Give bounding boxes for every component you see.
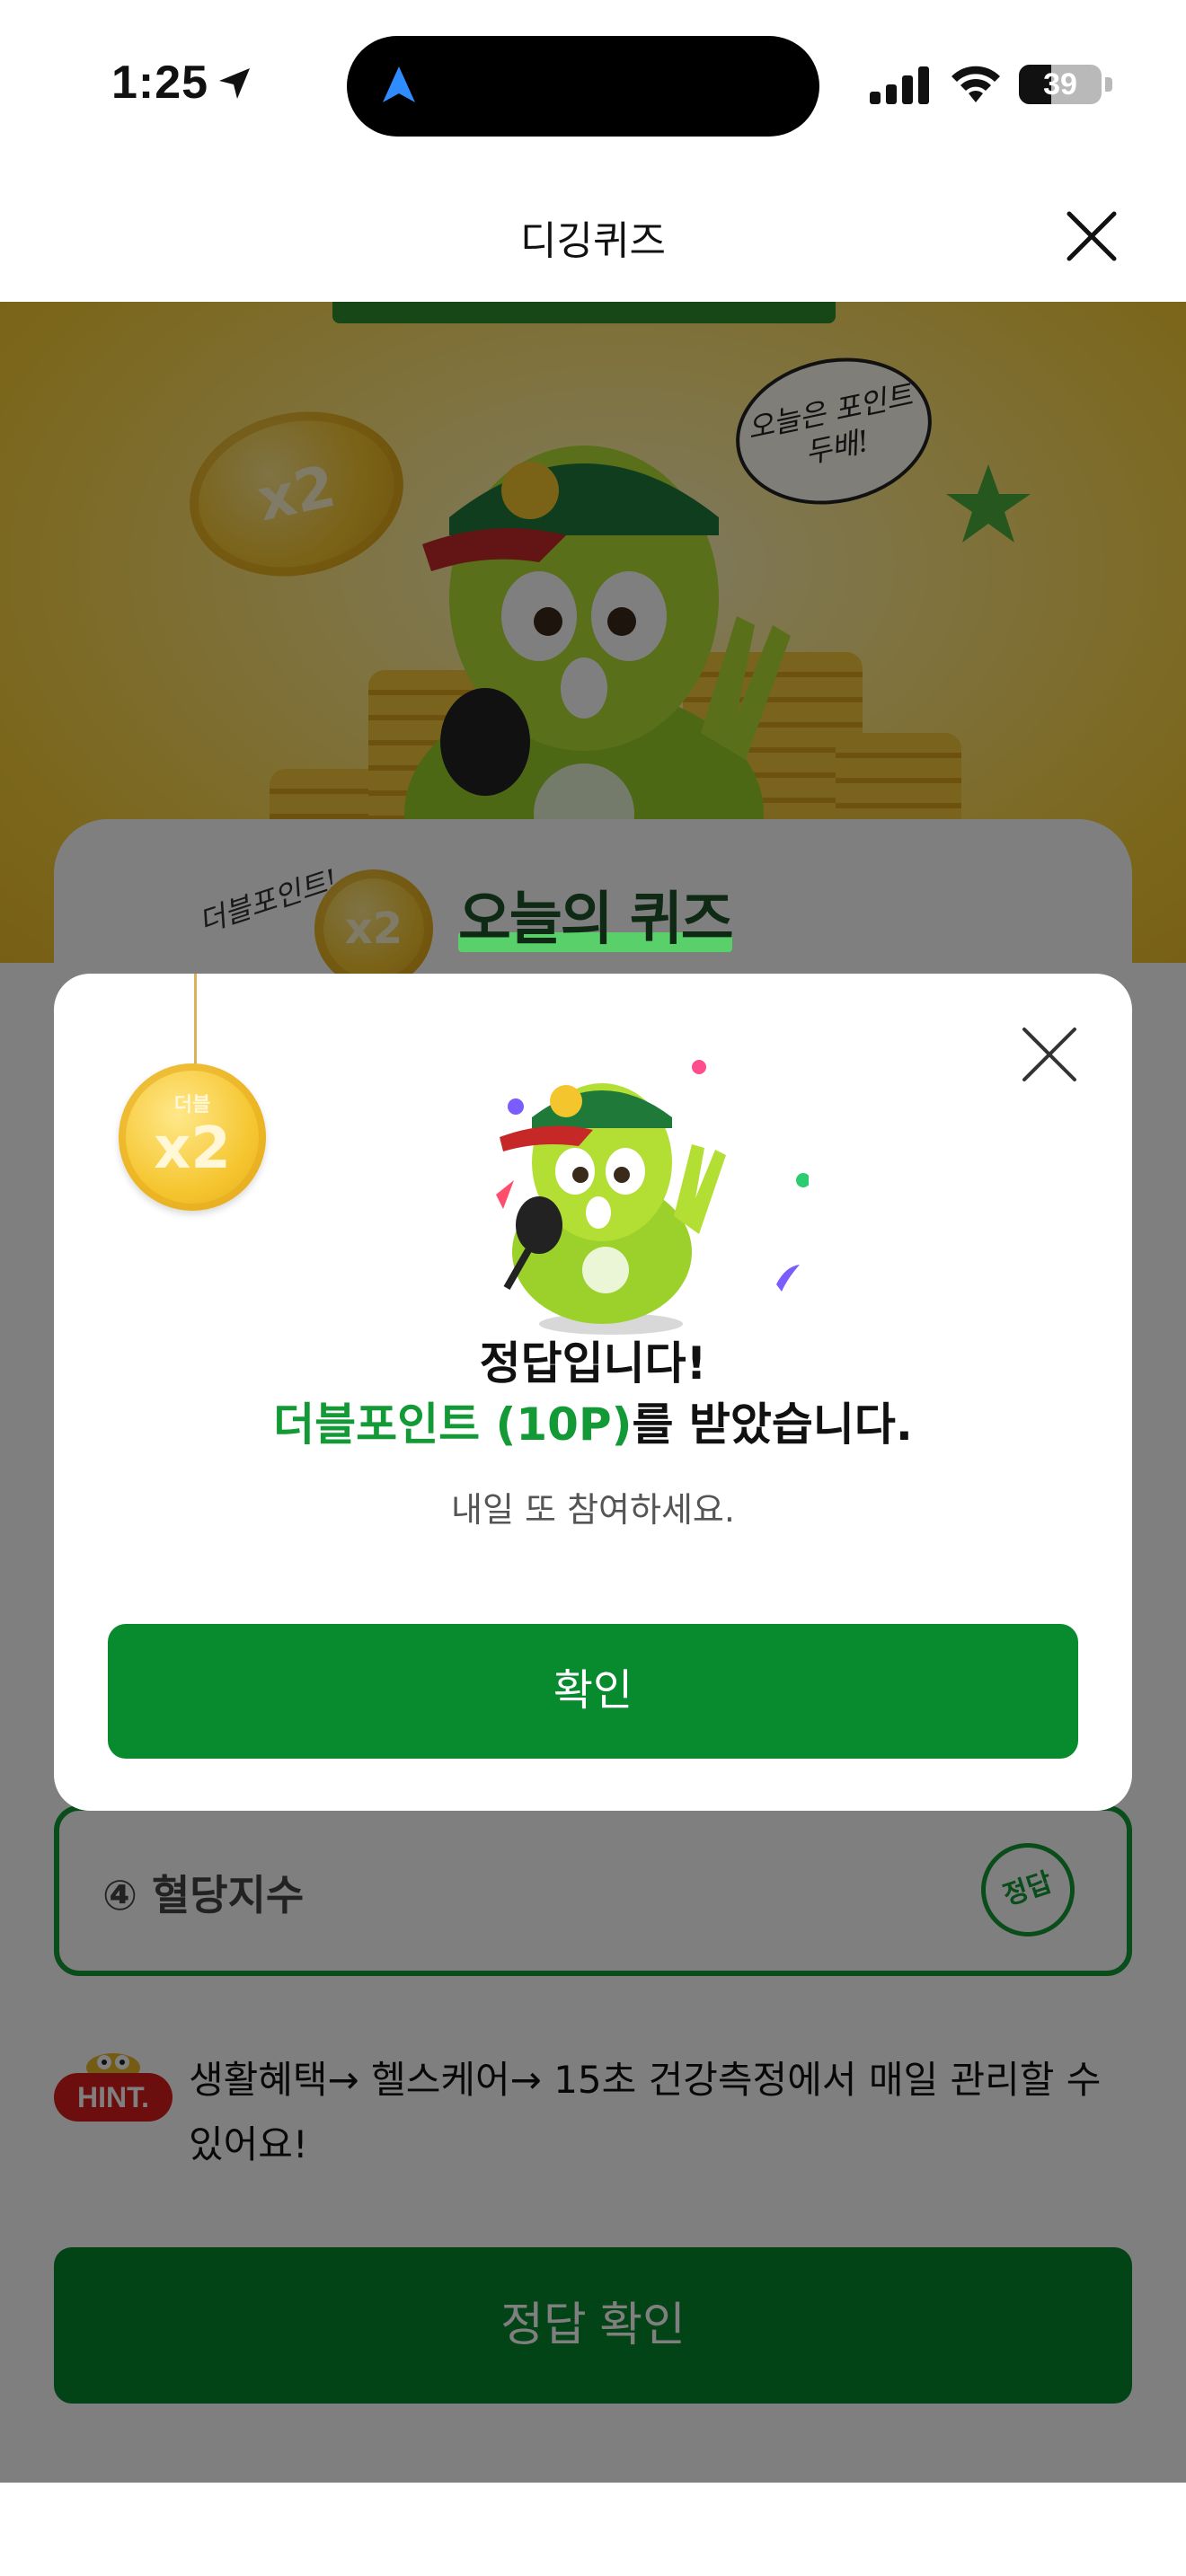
dynamic-island [347, 36, 819, 137]
close-icon[interactable] [1015, 1020, 1084, 1089]
result-reward: 더블포인트 (10P)를 받았습니다. [54, 1389, 1132, 1453]
status-bar: 1:25 39 [0, 0, 1186, 171]
result-modal: 더블 x2 정답입니다! 더블포인트 (10P)를 받았습니다. 내일 또 참여… [54, 974, 1132, 1811]
result-subtitle: 내일 또 참여하세요. [451, 1490, 735, 1530]
medal-label: 더블 [173, 1094, 211, 1116]
confirm-button[interactable]: 확인 [108, 1624, 1078, 1759]
result-title: 정답입니다! [479, 1337, 707, 1389]
wifi-icon [951, 66, 1000, 102]
app-header: 디깅퀴즈 [0, 171, 1186, 302]
navigation-icon [383, 66, 415, 102]
page-title: 디깅퀴즈 [520, 218, 666, 264]
celebrating-mascot-icon [496, 1060, 809, 1335]
battery-indicator: 39 [1019, 65, 1102, 104]
quiz-page: 1:25 39 디깅퀴즈 오늘의 퀴즈 더블 x2 정답입니다! 더블포인트 (… [0, 0, 1186, 2576]
medal-string [194, 974, 197, 1074]
quiz-title-wrap: 오늘의 퀴즈 [458, 873, 734, 956]
double-medal: 더블 x2 [119, 1063, 266, 1211]
medal-text: x2 [154, 1116, 231, 1182]
status-time: 1:25 [111, 57, 209, 109]
close-icon[interactable] [1060, 205, 1123, 268]
location-arrow-icon [219, 68, 250, 99]
quiz-title: 오늘의 퀴즈 [458, 887, 734, 953]
reward-suffix: 를 받았습니다. [632, 1398, 913, 1451]
reward-points: 더블포인트 (10P) [273, 1398, 633, 1451]
battery-percent: 39 [1043, 67, 1077, 101]
battery-cap [1105, 77, 1112, 92]
cellular-signal-icon [870, 66, 929, 104]
